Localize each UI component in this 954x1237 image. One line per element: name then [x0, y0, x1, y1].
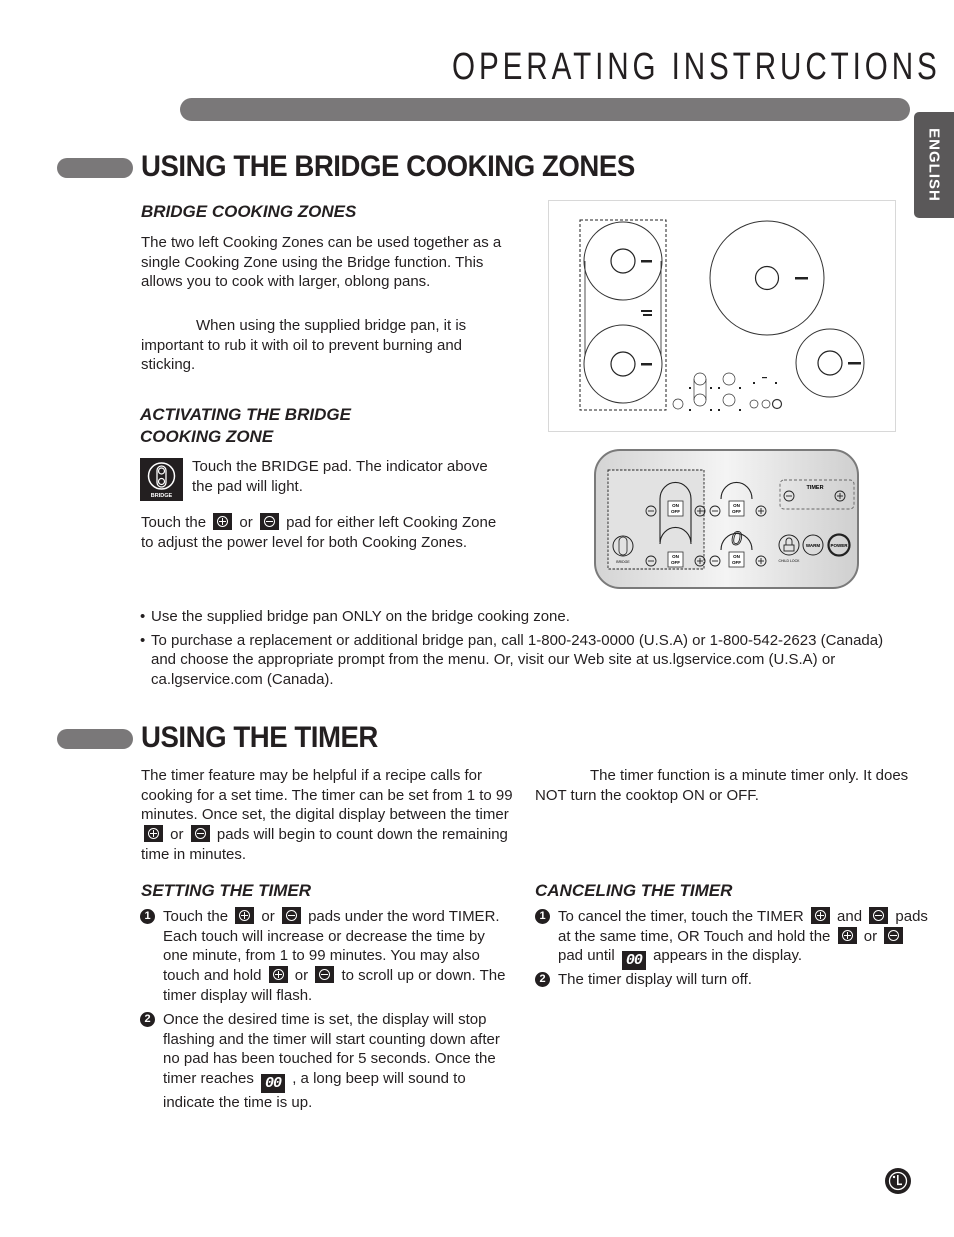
text: or — [170, 826, 184, 844]
step-number: 2 — [140, 1012, 155, 1027]
bridge-pad-label: BRIDGE — [616, 560, 630, 564]
bridge-notes-list: Use the supplied bridge pan ONLY on the … — [140, 607, 910, 694]
section-marker — [57, 158, 133, 178]
list-item: To purchase a replacement or additional … — [140, 631, 910, 690]
on-label: ON — [672, 503, 679, 508]
timer-display-icon: 00 — [261, 1074, 286, 1094]
child-lock-label: CHILD LOCK — [778, 559, 800, 563]
text: Touch the — [141, 514, 207, 531]
text: or — [261, 908, 275, 925]
on-label: ON — [733, 554, 740, 559]
canceling-timer-heading: CANCELING THE TIMER — [535, 881, 733, 900]
list-item: Use the supplied bridge pan ONLY on the … — [140, 607, 910, 627]
text: The timer feature may be helpful if a re… — [141, 767, 513, 824]
step-number: 1 — [535, 909, 550, 924]
text: or — [863, 927, 878, 945]
text: or — [239, 514, 253, 531]
plus-pad-icon — [144, 825, 163, 843]
bridge-zone-outline — [607, 469, 705, 570]
bridge-note: When using the supplied bridge pan, it i… — [141, 317, 467, 374]
plus-pad-icon — [213, 513, 233, 530]
section-marker — [57, 729, 133, 749]
minus-pad-icon — [315, 966, 335, 984]
control-panel-miniature — [672, 372, 783, 410]
plus-pad-icon — [810, 907, 830, 924]
language-tab: ENGLISH — [914, 112, 954, 218]
canceling-step-2: 2 The timer display will turn off. — [535, 970, 930, 990]
canceling-step-1: 1 To cancel the timer, touch the TIMER a… — [535, 907, 930, 971]
setting-step-2: 2 Once the desired time is set, the disp… — [140, 1010, 510, 1113]
bridge-intro: The two left Cooking Zones can be used t… — [141, 234, 502, 291]
bridge-section-title: USING THE BRIDGE COOKING ZONES — [141, 150, 635, 183]
text: The timer display will turn off. — [558, 971, 752, 988]
timer-note: The timer function is a minute timer onl… — [535, 767, 909, 804]
warm-label: WARM — [806, 543, 820, 548]
page-title: OPERATING INSTRUCTIONS — [452, 46, 941, 88]
bridge-pad-icon: BRIDGE — [140, 458, 183, 501]
text: To cancel the timer, touch the TIMER — [558, 908, 804, 925]
on-off-pad: ON OFF — [667, 500, 684, 517]
language-tab-label: ENGLISH — [925, 128, 943, 202]
plus-pad-icon — [235, 907, 255, 924]
timer-display-icon: 00 — [621, 951, 646, 971]
on-off-pad: ON OFF — [728, 500, 745, 517]
adjust-power-text: Touch the or pad for either left Cooking… — [141, 513, 511, 552]
header-bar — [180, 98, 910, 121]
text: appears in the display. — [653, 947, 803, 965]
plus-pad-icon — [837, 926, 857, 944]
power-label: POWER — [830, 543, 848, 548]
step-number: 1 — [140, 909, 155, 924]
minus-pad-icon — [884, 926, 904, 944]
on-off-pad: ON OFF — [728, 551, 745, 568]
minus-pad-icon — [869, 907, 889, 924]
lg-logo-icon — [884, 1167, 912, 1195]
text: or — [294, 967, 309, 985]
text: and — [837, 908, 863, 925]
cooktop-diagram — [548, 200, 896, 432]
activating-heading: ACTIVATING THE BRIDGE COOKING ZONE — [140, 405, 351, 446]
minus-pad-icon — [281, 907, 301, 924]
bridge-step-text: Touch the BRIDGE pad. The indicator abov… — [192, 458, 488, 495]
minus-pad-icon — [190, 825, 210, 843]
off-label: OFF — [732, 560, 741, 565]
on-label: ON — [672, 554, 679, 559]
setting-timer-heading: SETTING THE TIMER — [141, 881, 311, 900]
off-label: OFF — [671, 509, 680, 514]
control-panel-diagram: ON OFF ON OFF ON OFF ON OFF 0 TIMER BRID… — [594, 449, 859, 589]
minus-pad-icon — [259, 513, 279, 530]
off-label: OFF — [732, 509, 741, 514]
timer-label: TIMER — [806, 485, 823, 491]
text: pad until — [558, 947, 615, 965]
off-label: OFF — [671, 560, 680, 565]
zone-display: 0 — [731, 529, 742, 550]
setting-step-1: 1 Touch the or pads under the word TIMER… — [140, 907, 510, 1006]
on-off-pad: ON OFF — [667, 551, 684, 568]
text: Touch the — [163, 908, 229, 925]
bridge-icon-label: BRIDGE — [151, 493, 173, 499]
plus-pad-icon — [268, 966, 288, 984]
on-label: ON — [733, 503, 740, 508]
timer-section-title: USING THE TIMER — [141, 721, 378, 754]
timer-intro: The timer feature may be helpful if a re… — [141, 766, 521, 865]
step-number: 2 — [535, 972, 550, 987]
bridge-subheading: BRIDGE COOKING ZONES — [141, 202, 357, 221]
